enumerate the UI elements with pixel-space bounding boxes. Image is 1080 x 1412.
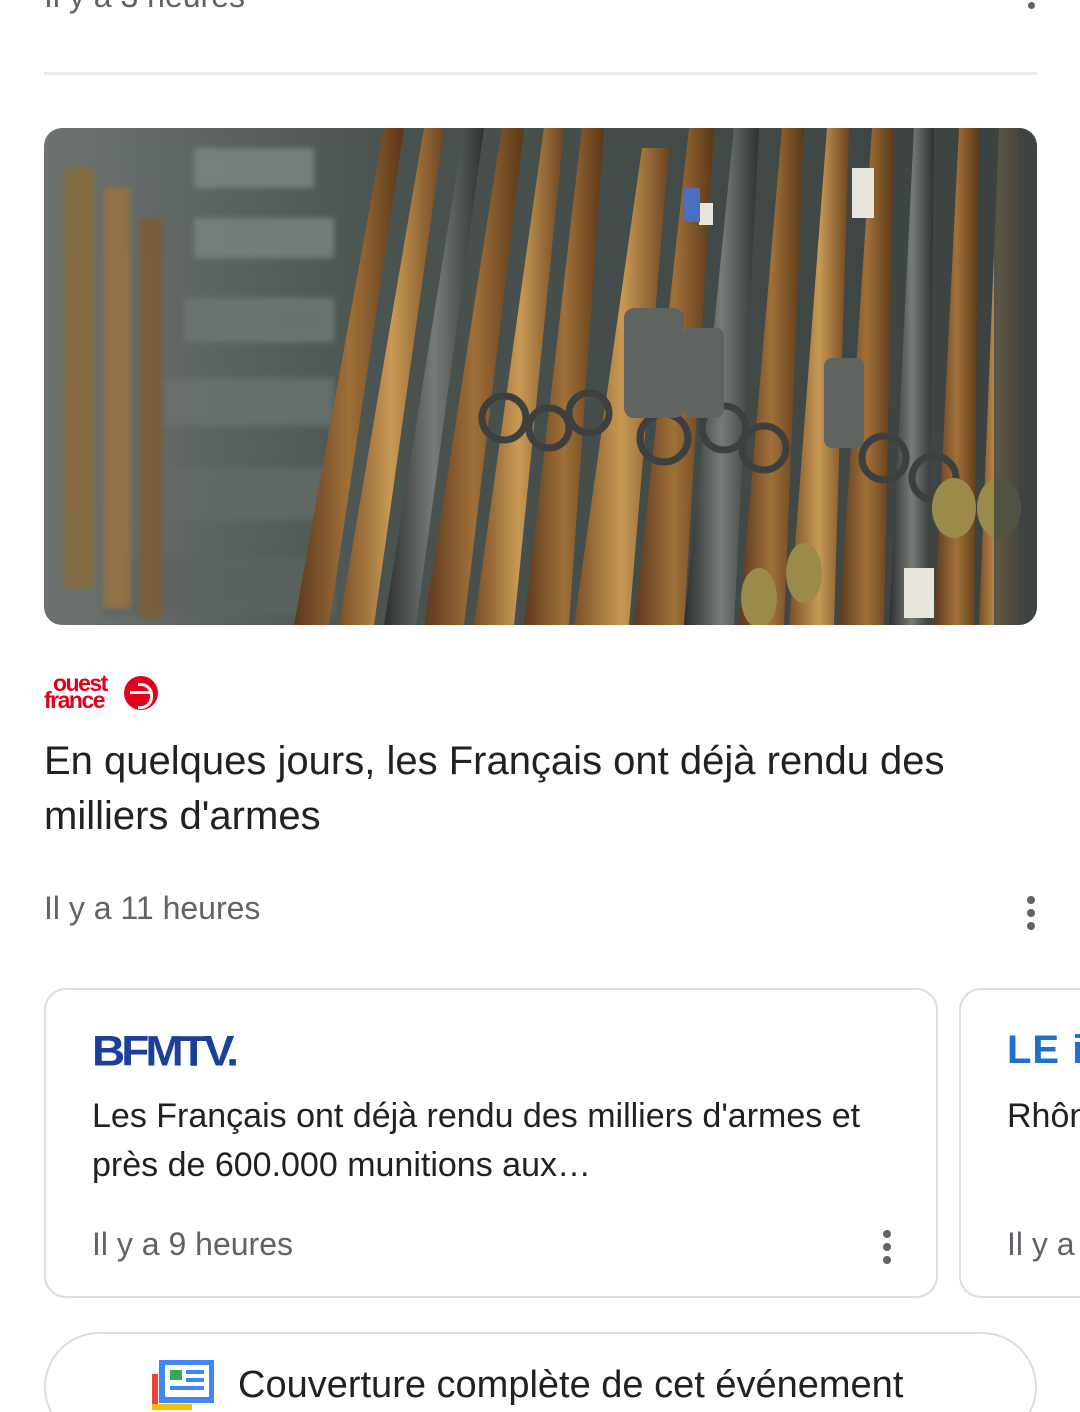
previous-article-time: Il y a 3 heures: [44, 0, 245, 15]
related-article-title: Les Français ont déjà rendu des milliers…: [92, 1097, 861, 1184]
related-article-card[interactable]: LE i Rhôn… plus… Il y a: [959, 988, 1080, 1298]
full-coverage-icon: [152, 1360, 214, 1410]
related-article-time: Il y a: [1007, 1226, 1075, 1262]
ouest-france-emblem-icon: [124, 676, 158, 710]
article-image[interactable]: [44, 128, 1037, 625]
related-article-card[interactable]: BFMTV. Les Français ont déjà rendu des m…: [44, 988, 938, 1298]
bfmtv-logo: BFMTV.: [92, 1027, 239, 1075]
full-coverage-button[interactable]: Couverture complète de cet événement: [44, 1332, 1037, 1412]
divider: [44, 72, 1037, 75]
related-article-time: Il y a 9 heures: [92, 1226, 293, 1262]
ouest-france-logo: ouest france: [44, 672, 164, 714]
more-options-icon[interactable]: [1019, 896, 1043, 932]
previous-more-options-icon[interactable]: [1020, 0, 1044, 14]
news-feed: Il y a 3 heures: [0, 0, 1080, 1412]
source-logo: LE i: [1007, 1028, 1080, 1072]
more-options-icon[interactable]: [875, 1230, 899, 1266]
rifles-rack-image: [44, 128, 1037, 625]
article-time: Il y a 11 heures: [44, 890, 261, 926]
related-article-title: Rhôn… plus…: [1007, 1097, 1080, 1135]
article-headline[interactable]: En quelques jours, les Français ont déjà…: [44, 734, 1034, 844]
full-coverage-label: Couverture complète de cet événement: [238, 1364, 904, 1406]
